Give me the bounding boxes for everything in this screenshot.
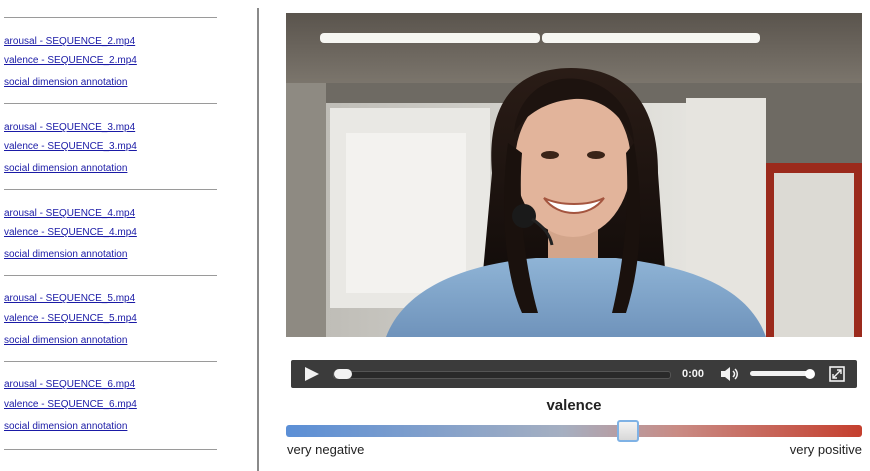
social-annotation-link[interactable]: social dimension annotation xyxy=(4,335,127,347)
social-annotation-link[interactable]: social dimension annotation xyxy=(4,421,127,433)
annotation-page: arousal - SEQUENCE_2.mp4 valence - SEQUE… xyxy=(0,0,870,471)
valence-link[interactable]: valence - SEQUENCE_4.mp4 xyxy=(4,227,137,239)
arousal-link[interactable]: arousal - SEQUENCE_6.mp4 xyxy=(4,379,135,391)
fullscreen-icon[interactable] xyxy=(829,366,845,382)
video-frame[interactable] xyxy=(286,13,862,337)
social-annotation-link[interactable]: social dimension annotation xyxy=(4,163,127,175)
valence-link[interactable]: valence - SEQUENCE_6.mp4 xyxy=(4,399,137,411)
time-display: 0:00 xyxy=(682,368,705,380)
rating-title: valence xyxy=(546,397,602,414)
arousal-link[interactable]: arousal - SEQUENCE_5.mp4 xyxy=(4,293,135,305)
seek-bar[interactable] xyxy=(333,371,671,379)
divider-line xyxy=(4,189,217,190)
vertical-divider xyxy=(257,8,259,471)
divider-line xyxy=(4,275,217,276)
valence-link[interactable]: valence - SEQUENCE_3.mp4 xyxy=(4,141,137,153)
valence-slider-handle[interactable] xyxy=(617,420,639,442)
social-annotation-link[interactable]: social dimension annotation xyxy=(4,249,127,261)
volume-icon[interactable] xyxy=(720,366,740,382)
play-icon[interactable] xyxy=(303,366,321,382)
divider-line xyxy=(4,361,217,362)
social-annotation-link[interactable]: social dimension annotation xyxy=(4,77,127,89)
valence-link[interactable]: valence - SEQUENCE_5.mp4 xyxy=(4,313,137,325)
divider-line xyxy=(4,103,217,104)
valence-slider-track[interactable] xyxy=(286,425,862,437)
volume-slider[interactable] xyxy=(750,371,812,376)
player-controls: 0:00 xyxy=(291,360,857,388)
scale-min-label: very negative xyxy=(287,442,365,457)
arousal-link[interactable]: arousal - SEQUENCE_4.mp4 xyxy=(4,208,135,220)
divider-line xyxy=(4,449,217,450)
valence-link[interactable]: valence - SEQUENCE_2.mp4 xyxy=(4,55,137,67)
arousal-link[interactable]: arousal - SEQUENCE_2.mp4 xyxy=(4,36,135,48)
sequence-sidebar: arousal - SEQUENCE_2.mp4 valence - SEQUE… xyxy=(0,0,222,471)
seek-handle[interactable] xyxy=(334,369,352,379)
scale-max-label: very positive xyxy=(789,442,862,457)
video-still xyxy=(286,13,862,337)
arousal-link[interactable]: arousal - SEQUENCE_3.mp4 xyxy=(4,122,135,134)
volume-handle[interactable] xyxy=(805,369,815,379)
divider-line xyxy=(4,17,217,18)
